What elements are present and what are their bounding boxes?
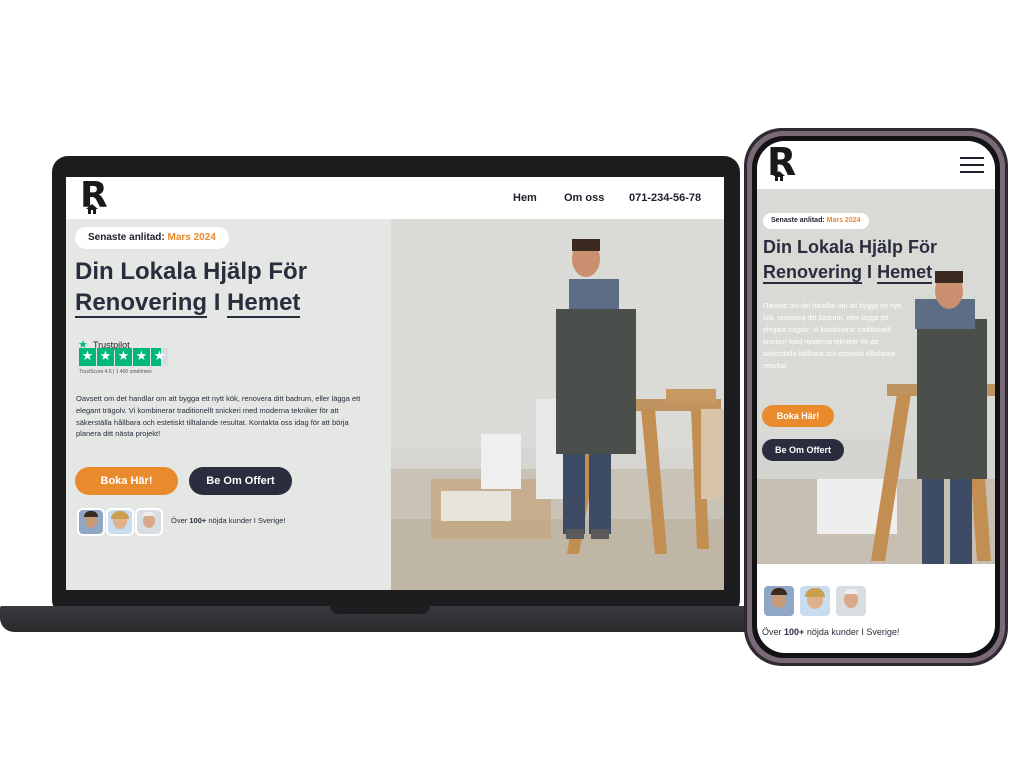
nav-link-om-oss[interactable]: Om oss [564, 192, 604, 204]
hero-photo [391, 219, 724, 590]
mobile-customers-count-text: Över 100+ nöjda kunder I Sverige! [762, 627, 900, 637]
avatar [77, 508, 105, 536]
laptop-notch [330, 606, 430, 614]
book-here-button[interactable]: Boka Här! [75, 467, 178, 495]
mobile-hero-description: Oavsett om det handlar om att bygga ett … [763, 303, 902, 370]
latest-hire-badge: Senaste anlitad: Mars 2024 [75, 227, 229, 249]
house-logo-icon [86, 204, 98, 214]
mobile-book-here-button[interactable]: Boka Här! [762, 405, 834, 427]
trustpilot-widget[interactable]: ★ Trustpilot ★ ★ ★ ★ ★ TrustScore 4.6 | … [78, 333, 198, 385]
trustscore-text: TrustScore 4.6 [79, 369, 112, 375]
mobile-request-quote-button[interactable]: Be Om Offert [762, 439, 844, 461]
site-header: R Hem Om oss 071-234-56-78 [66, 177, 724, 219]
avatar [798, 584, 832, 618]
trustpilot-stars: ★ ★ ★ ★ ★ [79, 348, 168, 366]
carpenter-photo [391, 219, 724, 590]
house-logo-icon [773, 171, 785, 181]
avatar [106, 508, 134, 536]
phone-screen: R Senaste anlitad: Mars 2024 Din Lokala … [757, 141, 995, 653]
avatar [135, 508, 163, 536]
laptop-screen: R Hem Om oss 071-234-56-78 Senaste anlit… [66, 177, 724, 590]
hero-description: Oavsett om det handlar om att bygga ett … [76, 394, 361, 439]
customers-count-text: Över 100+ nöjda kunder I Sverige! [171, 516, 286, 525]
customer-avatars [77, 506, 165, 536]
avatar [834, 584, 868, 618]
mobile-customer-avatars [762, 584, 872, 618]
hero-content: Senaste anlitad: Mars 2024 Din Lokala Hj… [66, 219, 391, 590]
mobile-latest-hire-badge: Senaste anlitad: Mars 2024 [763, 213, 869, 229]
mobile-hero: Senaste anlitad: Mars 2024 Din Lokala Hj… [757, 189, 995, 564]
mobile-header: R [757, 141, 995, 189]
hamburger-menu-icon[interactable] [960, 157, 984, 173]
review-count-text: 1 400 omdömen [115, 369, 152, 375]
avatar [762, 584, 796, 618]
request-quote-button[interactable]: Be Om Offert [189, 467, 292, 495]
site-logo[interactable]: R [80, 177, 120, 217]
nav-link-hem[interactable]: Hem [513, 192, 537, 204]
mobile-hero-title: Din Lokala Hjälp För Renovering I Hemet [763, 237, 938, 284]
mobile-site-logo[interactable]: R [767, 141, 807, 185]
nav-phone-link[interactable]: 071-234-56-78 [629, 192, 701, 204]
hero-title: Din Lokala Hjälp För Renovering I Hemet [75, 258, 308, 318]
